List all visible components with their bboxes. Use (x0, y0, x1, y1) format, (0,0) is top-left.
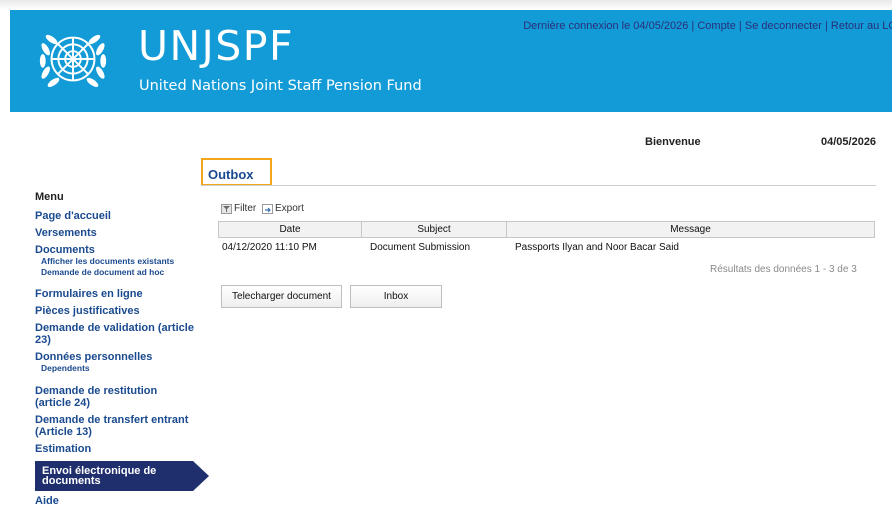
sidebar-item-home[interactable]: Page d'accueil (35, 210, 205, 222)
outbox-table: Date Subject Message 04/12/2020 11:10 PM… (218, 221, 875, 256)
sidebar-item-transfer-request[interactable]: Demande de transfert entrant (Article 13… (35, 414, 195, 438)
account-link[interactable]: Compte (697, 20, 736, 32)
export-icon (262, 203, 274, 214)
separator: | (821, 20, 831, 32)
sidebar: Menu Page d'accueil Versements Documents… (35, 191, 205, 455)
filter-button[interactable]: Filter (221, 203, 256, 214)
table-header-row: Date Subject Message (218, 221, 875, 238)
sidebar-subitem-dependents[interactable]: Dependents (41, 363, 205, 374)
page: UNJSPF United Nations Joint Staff Pensio… (0, 0, 892, 528)
column-header-subject[interactable]: Subject (361, 221, 507, 238)
current-date: 04/05/2026 (821, 136, 877, 148)
title-divider-left (201, 185, 272, 186)
un-emblem-icon (39, 34, 107, 87)
cell-date: 04/12/2020 11:10 PM (218, 237, 362, 256)
sidebar-active-label: Envoi électronique de documents (42, 465, 157, 487)
sidebar-item-restitution-request[interactable]: Demande de restitution (article 24) (35, 385, 195, 409)
brand-subtitle: United Nations Joint Staff Pension Fund (139, 78, 422, 94)
column-header-message[interactable]: Message (506, 221, 875, 238)
sidebar-subitem-adhoc-request[interactable]: Demande de document ad hoc (41, 267, 205, 278)
export-label: Export (275, 203, 304, 214)
top-shadow (0, 0, 892, 10)
back-link[interactable]: Retour au LOI (831, 20, 892, 32)
export-button[interactable]: Export (262, 203, 304, 214)
top-links: Dernière connexion le 04/05/2026 | Compt… (523, 20, 892, 32)
cell-message: Passports Ilyan and Noor Bacar Said (506, 237, 875, 256)
filter-icon (221, 203, 232, 214)
separator: | (735, 20, 745, 32)
header-banner: UNJSPF United Nations Joint Staff Pensio… (10, 10, 892, 112)
filter-label: Filter (234, 203, 257, 214)
column-header-date[interactable]: Date (218, 221, 362, 238)
sidebar-item-supporting-documents[interactable]: Pièces justificatives (35, 305, 205, 317)
logout-link[interactable]: Se deconnecter (745, 20, 822, 32)
sidebar-item-payments[interactable]: Versements (35, 227, 205, 239)
table-row[interactable]: 04/12/2020 11:10 PM Document Submission … (218, 237, 875, 256)
brand-title: UNJSPF (138, 22, 295, 70)
title-divider (272, 185, 876, 186)
sidebar-item-electronic-submission[interactable]: Envoi électronique de documents (35, 461, 209, 491)
sidebar-item-validation-request[interactable]: Demande de validation (article 23) (35, 322, 195, 346)
last-login-text: Dernière connexion le 04/05/2026 (523, 20, 689, 32)
table-toolbar: Filter Export (221, 203, 304, 217)
inbox-button[interactable]: Inbox (350, 285, 442, 308)
welcome-label: Bienvenue (645, 136, 701, 148)
sidebar-item-documents[interactable]: Documents (35, 244, 205, 256)
cell-subject: Document Submission (361, 237, 507, 256)
active-arrow (193, 461, 209, 491)
separator: | (688, 20, 698, 32)
sidebar-subitem-view-documents[interactable]: Afficher les documents existants (41, 256, 205, 267)
sidebar-item-personal-data[interactable]: Données personnelles (35, 351, 205, 363)
sidebar-item-estimation[interactable]: Estimation (35, 443, 205, 455)
menu-title: Menu (35, 191, 64, 203)
sidebar-item-online-forms[interactable]: Formulaires en ligne (35, 288, 205, 300)
page-title: Outbox (208, 167, 254, 182)
upload-document-button[interactable]: Telecharger document (221, 285, 342, 308)
sidebar-item-help[interactable]: Aide (35, 495, 59, 507)
results-count: Résultats des données 1 - 3 de 3 (710, 264, 857, 275)
